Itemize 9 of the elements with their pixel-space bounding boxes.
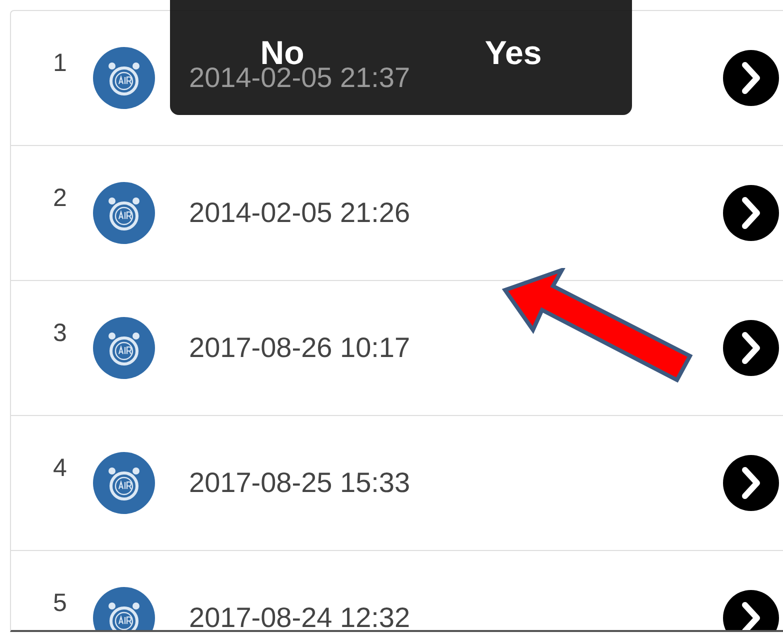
record-number: 2 bbox=[53, 184, 68, 213]
record-time: 2017-08-26 10:17 bbox=[189, 332, 412, 364]
record-number: 4 bbox=[53, 454, 68, 483]
record-time: 2017-08-24 12:32 bbox=[189, 602, 412, 630]
record-number: 1 bbox=[53, 49, 68, 78]
record-number: 5 bbox=[53, 589, 68, 618]
record-number: 3 bbox=[53, 319, 68, 348]
record-time: 2014-02-05 21:26 bbox=[189, 197, 412, 229]
record-time: 2017-08-25 15:33 bbox=[189, 467, 412, 499]
